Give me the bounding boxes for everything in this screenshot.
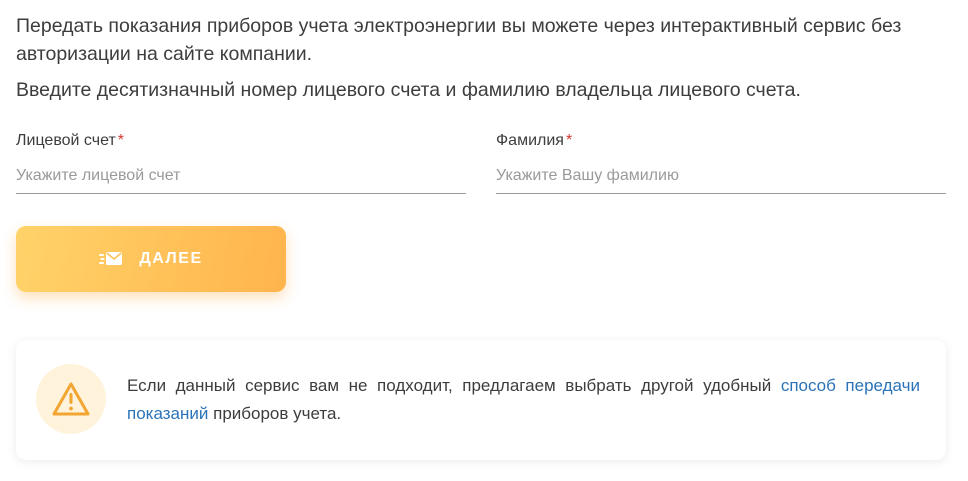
account-field: Лицевой счет * (16, 130, 466, 194)
warning-badge (36, 364, 106, 434)
notice-card: Если данный сервис вам не подходит, пред… (16, 340, 946, 460)
notice-text: Если данный сервис вам не подходит, пред… (127, 372, 920, 428)
surname-label-text: Фамилия (496, 132, 564, 149)
surname-label: Фамилия * (496, 130, 946, 152)
intro-line-1: Передать показания приборов учета электр… (16, 15, 902, 65)
account-input[interactable] (16, 167, 466, 194)
account-label-text: Лицевой счет (16, 132, 116, 149)
intro-text: Передать показания приборов учета электр… (16, 12, 956, 104)
notice-text-after: приборов учета. (213, 404, 342, 423)
next-button[interactable]: ДАЛЕЕ (16, 226, 286, 292)
notice-text-before: Если данный сервис вам не подходит, пред… (127, 376, 772, 395)
intro-line-2: Введите десятизначный номер лицевого сче… (16, 79, 801, 101)
account-label: Лицевой счет * (16, 130, 466, 152)
required-marker: * (117, 132, 125, 149)
warning-icon (52, 382, 90, 416)
required-marker: * (565, 132, 573, 149)
send-envelope-icon (99, 252, 123, 265)
next-button-label: ДАЛЕЕ (139, 250, 203, 267)
surname-field: Фамилия * (496, 130, 946, 194)
surname-input[interactable] (496, 167, 946, 194)
